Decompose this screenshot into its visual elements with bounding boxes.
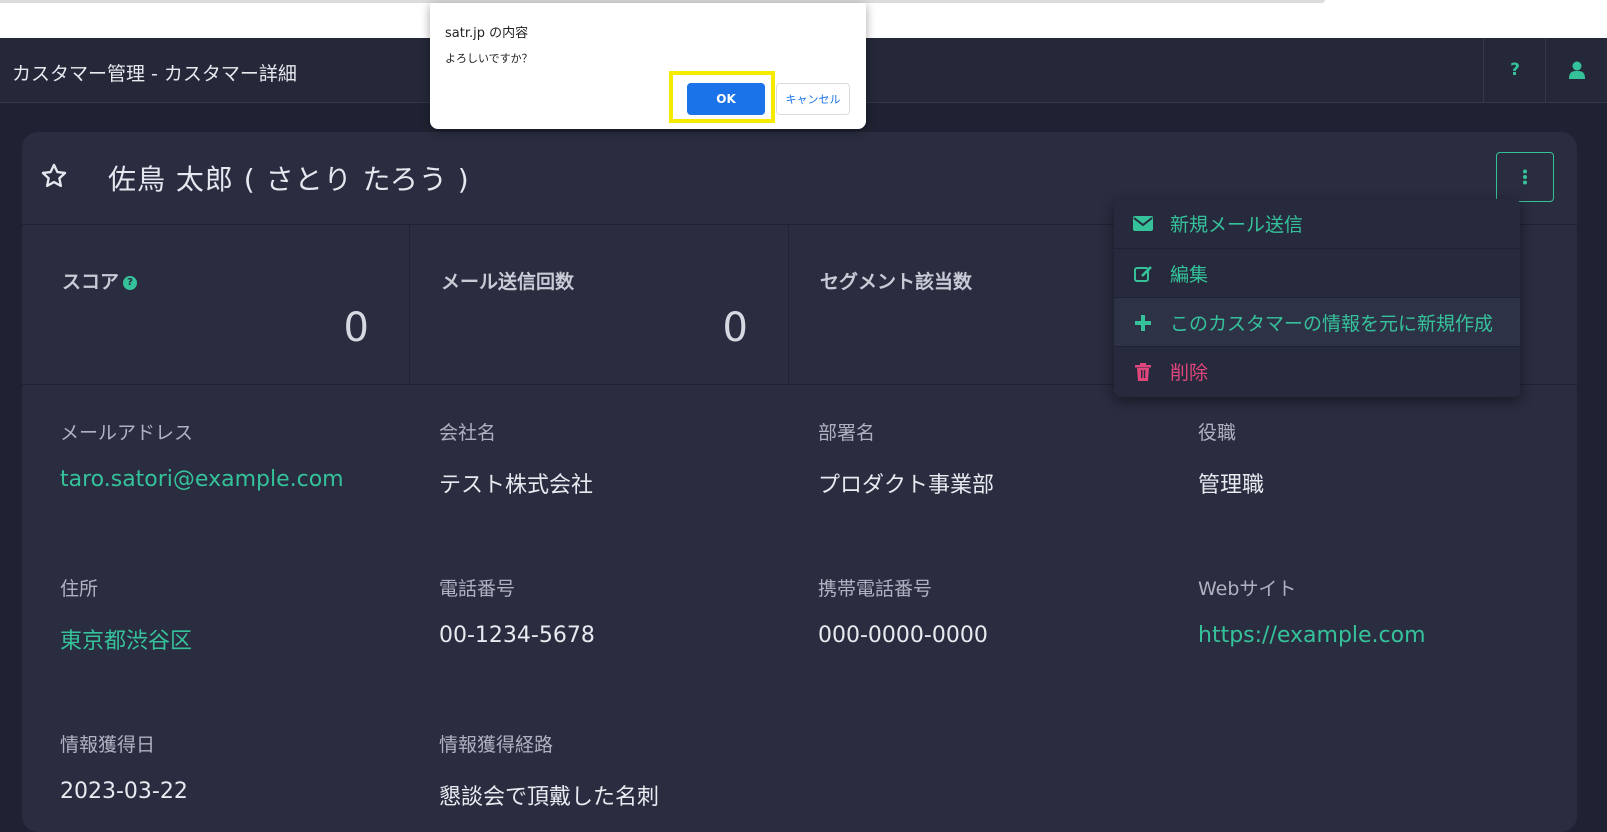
field-value: プロダクト事業部 [818,473,995,498]
menu-item-label: 削除 [1170,362,1209,384]
stat-score: スコア? 0 [22,225,410,384]
field-value: 管理職 [1198,473,1265,498]
actions-dropdown-menu: 新規メール送信 編集 このカスタマーの情報を元に新規作成 削除 [1114,199,1520,397]
field-label: Webサイト [1198,578,1297,600]
stat-label: セグメント該当数 [820,271,973,293]
stat-value: 0 [343,305,369,351]
dialog-title: satr.jp の内容 [445,26,529,41]
menu-item-edit[interactable]: 編集 [1114,248,1520,298]
stat-value: 0 [722,305,748,351]
question-icon: ? [1510,60,1520,80]
field-label: 携帯電話番号 [818,578,933,600]
confirm-dialog: satr.jp の内容 よろしいですか？ OK キャンセル [430,3,866,129]
field-website: Webサイト https://example.com [1198,574,1558,648]
field-label: 役職 [1198,422,1237,444]
field-label: 情報獲得日 [60,734,156,756]
edit-icon [1132,265,1154,283]
field-label: 情報獲得経路 [439,734,554,756]
help-button[interactable]: ? [1483,38,1546,102]
field-position: 役職 管理職 [1198,418,1558,499]
menu-item-delete[interactable]: 削除 [1114,346,1520,396]
field-company: 会社名 テスト株式会社 [439,418,799,499]
menu-item-new-mail[interactable]: 新規メール送信 [1114,199,1520,248]
field-acquired-date: 情報獲得日 2023-03-22 [60,730,420,804]
envelope-icon [1132,216,1154,231]
menu-item-label: 編集 [1170,264,1209,286]
field-address: 住所 東京都渋谷区 [60,574,420,655]
field-value: 00-1234-5678 [439,623,595,648]
stat-label: メール送信回数 [441,271,575,293]
menu-item-label: このカスタマーの情報を元に新規作成 [1170,313,1494,335]
field-phone: 電話番号 00-1234-5678 [439,574,799,648]
field-value: 懇談会で頂戴した名刺 [439,785,660,810]
menu-item-duplicate[interactable]: このカスタマーの情報を元に新規作成 [1114,297,1520,347]
stat-label: スコア [62,271,120,293]
field-label: 会社名 [439,422,497,444]
user-icon [1569,61,1585,79]
field-label: メールアドレス [60,422,194,444]
field-department: 部署名 プロダクト事業部 [818,418,1178,499]
field-acquired-route: 情報獲得経路 懇談会で頂戴した名刺 [439,730,799,811]
field-email: メールアドレス taro.satori@example.com [60,418,420,492]
address-link[interactable]: 東京都渋谷区 [60,623,420,655]
field-label: 電話番号 [439,578,516,600]
field-mobile: 携帯電話番号 000-0000-0000 [818,574,1178,648]
stat-segment-count: セグメント該当数 0 [780,225,1172,384]
help-circle-icon[interactable]: ? [123,275,138,290]
stat-mail-count: メール送信回数 0 [401,225,789,384]
dialog-message: よろしいですか？ [445,52,533,65]
plus-icon [1132,314,1154,331]
vertical-dots-icon [1523,169,1527,185]
star-icon[interactable] [40,162,68,190]
field-label: 部署名 [818,422,876,444]
page-title: カスタマー管理 - カスタマー詳細 [12,63,297,85]
field-value: 000-0000-0000 [818,623,988,648]
email-link[interactable]: taro.satori@example.com [60,467,420,492]
cancel-button[interactable]: キャンセル [776,83,850,115]
menu-item-label: 新規メール送信 [1170,214,1304,236]
user-button[interactable] [1545,38,1607,102]
customer-name: 佐鳥 太郎 ( さとり たろう ) [108,163,470,196]
website-link[interactable]: https://example.com [1198,623,1558,648]
ok-button[interactable]: OK [687,83,765,115]
more-actions-button[interactable] [1496,152,1554,202]
field-value: テスト株式会社 [439,473,594,498]
field-value: 2023-03-22 [60,779,188,804]
trash-icon [1132,362,1154,381]
field-label: 住所 [60,578,99,600]
